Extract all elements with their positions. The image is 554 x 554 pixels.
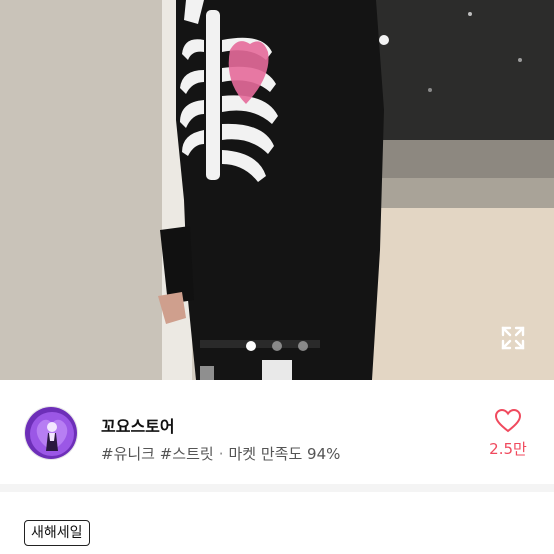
store-name[interactable]: 꼬요스토어	[101, 413, 175, 437]
expand-image-button[interactable]	[500, 325, 526, 351]
pager-dot-3[interactable]	[298, 341, 308, 351]
section-divider	[0, 484, 554, 492]
like-button[interactable]: 2.5만	[484, 409, 532, 465]
like-count: 2.5만	[489, 440, 527, 458]
store-info[interactable]: 꼬요스토어 #유니크 #스트릿 · 마켓 만족도 94% 2.5만	[0, 380, 554, 472]
market-satisfaction: 마켓 만족도 94%	[228, 445, 341, 463]
sale-label[interactable]: 새해세일	[24, 520, 90, 546]
heart-outline-icon	[495, 409, 521, 433]
expand-icon	[501, 326, 525, 350]
image-pager[interactable]	[0, 341, 554, 353]
pager-dot-1[interactable]	[246, 341, 256, 351]
product-image[interactable]	[0, 0, 554, 380]
store-meta: #유니크 #스트릿 · 마켓 만족도 94%	[101, 443, 340, 464]
product-photo	[0, 0, 554, 380]
pager-dot-2[interactable]	[272, 341, 282, 351]
store-logo	[25, 407, 77, 459]
store-avatar[interactable]	[24, 406, 78, 460]
meta-separator: ·	[218, 445, 224, 463]
store-tags[interactable]: #유니크 #스트릿	[101, 445, 214, 463]
